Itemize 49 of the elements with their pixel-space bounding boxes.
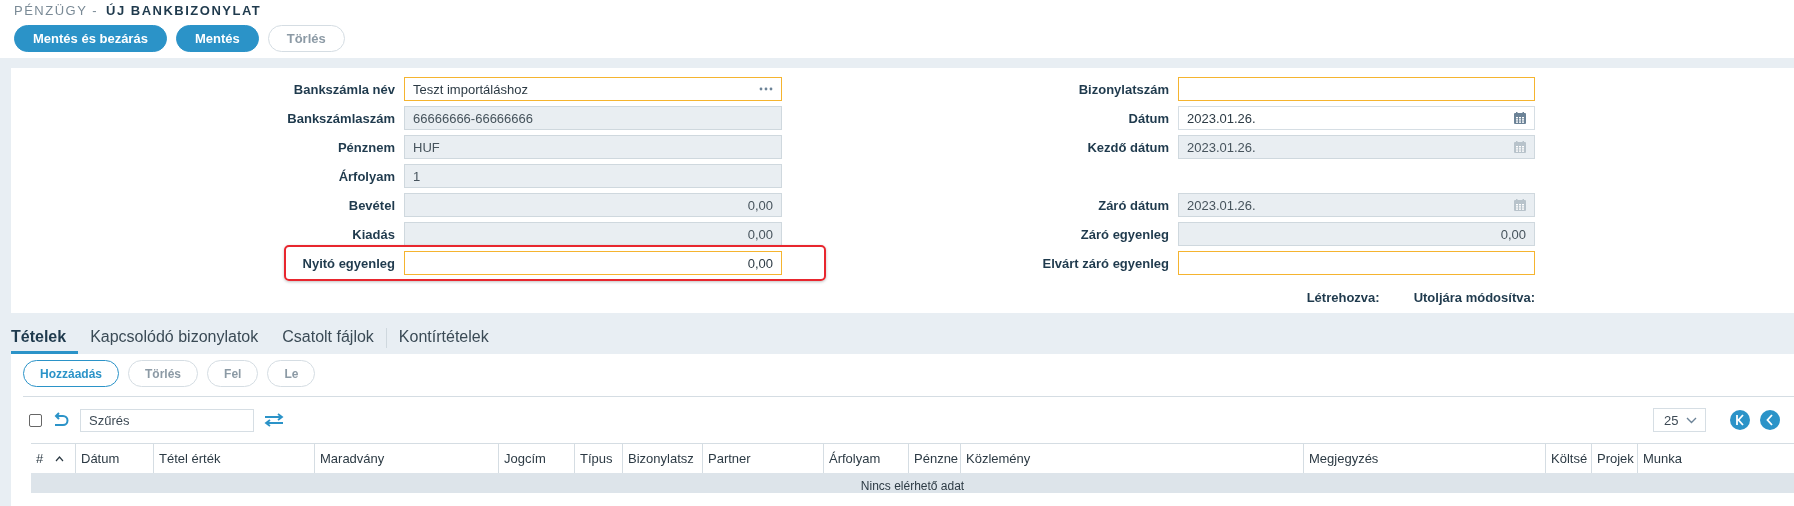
field-label: Nyitó egyenleg [301, 255, 395, 271]
field-label: Kiadás [351, 226, 395, 242]
page-title: ÚJ BANKBIZONYLAT [106, 3, 262, 19]
field-label: Bizonylatszám [1077, 81, 1169, 97]
field-label: Elvárt záró egyenleg [1041, 255, 1169, 271]
input-field[interactable]: 66666666-66666666 [404, 106, 782, 130]
field-label: Záró egyenleg [1079, 226, 1169, 242]
page-size-select[interactable]: 25 [1653, 408, 1706, 432]
input-field[interactable] [1178, 251, 1535, 275]
input-field[interactable]: Teszt importáláshoz [404, 77, 782, 101]
field-label: Dátum [1127, 110, 1169, 126]
input-field[interactable]: HUF [404, 135, 782, 159]
input-field[interactable]: 0,00 [1178, 222, 1535, 246]
calendar-icon[interactable] [1514, 112, 1526, 124]
calendar-icon[interactable] [1514, 199, 1526, 211]
breadcrumb-section[interactable]: PÉNZÜGY - [14, 3, 99, 19]
input-field[interactable]: 2023.01.26. [1178, 135, 1535, 159]
ellipsis-icon[interactable] [759, 87, 773, 91]
field-label: Árfolyam [337, 168, 395, 184]
refresh-icon[interactable] [52, 412, 70, 428]
empty-message: Nincs elérhető adat [31, 473, 1794, 493]
select-all-checkbox[interactable] [29, 413, 42, 427]
input-field[interactable]: 0,00 [404, 193, 782, 217]
chevron-down-icon [1686, 416, 1697, 424]
field-label: Pénznem [336, 139, 395, 155]
tab[interactable]: Kontírtételek [386, 322, 501, 354]
tab[interactable]: Kapcsolódó bizonylatok [78, 322, 271, 354]
previous-page-icon[interactable] [1760, 410, 1780, 430]
filter-field[interactable]: Szűrés [80, 408, 254, 432]
field-label: Kezdő dátum [1086, 139, 1169, 155]
field-label: Záró dátum [1097, 197, 1169, 213]
meta-label: Létrehozva: [1306, 290, 1380, 305]
column-header[interactable]: # [31, 444, 75, 473]
input-field[interactable]: 0,00 [404, 222, 782, 246]
first-page-icon[interactable] [1730, 410, 1750, 430]
meta-label: Utoljára módosítva: [1413, 290, 1535, 305]
field-label: Bankszámlaszám [286, 110, 395, 126]
input-field[interactable] [1178, 77, 1535, 101]
tab[interactable]: Csatolt fájlok [270, 322, 386, 354]
sort-caret-icon[interactable] [55, 455, 65, 462]
input-field[interactable]: 2023.01.26. [1178, 106, 1535, 130]
calendar-icon[interactable] [1514, 141, 1526, 153]
input-field[interactable]: 1 [404, 164, 782, 188]
input-field[interactable]: 0,00 [404, 251, 782, 275]
item-button[interactable]: Hozzáadás [23, 360, 120, 387]
field-label: Bankszámla név [292, 81, 395, 97]
field-label: Bevétel [347, 197, 395, 213]
input-field[interactable]: 2023.01.26. [1178, 193, 1535, 217]
swap-arrows-icon[interactable] [264, 413, 284, 427]
